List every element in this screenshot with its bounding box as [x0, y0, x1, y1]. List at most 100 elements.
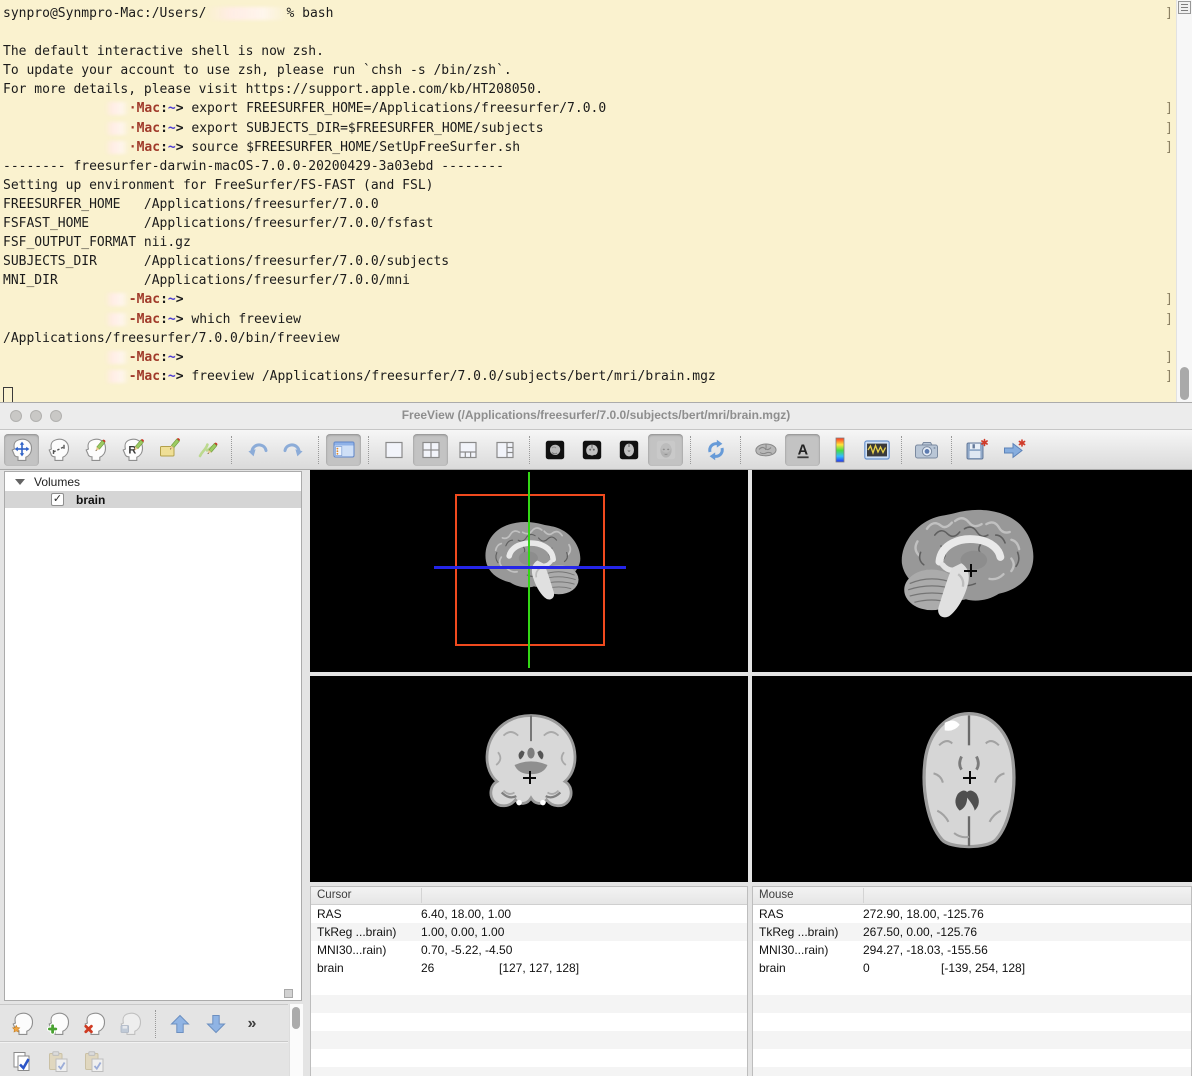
move-layer-down-button[interactable] [199, 1008, 233, 1040]
freeview-titlebar[interactable]: FreeView (/Applications/freesurfer/7.0.0… [0, 403, 1192, 430]
layout-1x1-button[interactable] [376, 434, 411, 466]
close-button[interactable] [10, 410, 22, 422]
terminal-text: MNI_DIR /Applications/freesurfer/7.0.0/m… [3, 273, 410, 288]
goto-point-button[interactable] [996, 434, 1031, 466]
view-axial-button[interactable] [611, 434, 646, 466]
screenshot-button[interactable] [909, 434, 944, 466]
paste-settings-all-button[interactable] [78, 1046, 112, 1076]
view-axial[interactable] [752, 676, 1192, 882]
show-surface-button[interactable] [748, 434, 783, 466]
prompt-colon: : [160, 369, 168, 384]
show-annotation-button[interactable]: A [785, 434, 820, 466]
redo-button[interactable] [276, 434, 311, 466]
volumes-tree-header[interactable]: Volumes [5, 472, 301, 491]
mouse-row[interactable]: brain0[-139, 254, 128] [753, 959, 1191, 977]
terminal-text: /Applications/freesurfer/7.0.0/bin/freev… [3, 331, 340, 346]
mouse-row[interactable]: MNI30...rain)294.27, -18.03, -155.56 [753, 941, 1191, 959]
command-mark-icon: ] [1165, 367, 1173, 386]
paste-settings-button[interactable] [42, 1046, 76, 1076]
terminal-scrollbar-thumb[interactable] [1180, 367, 1189, 400]
tree-resize-grip[interactable] [284, 989, 293, 998]
prompt-colon: : [160, 350, 168, 365]
terminal-text [3, 121, 105, 136]
terminal-text [3, 369, 105, 384]
cursor-row[interactable]: TkReg ...brain)1.00, 0.00, 1.00 [311, 923, 747, 941]
view-coronal-button[interactable] [574, 434, 609, 466]
volumes-tree-label: Volumes [34, 475, 80, 489]
zoom-button[interactable] [50, 410, 62, 422]
arrow-new-icon [1002, 439, 1026, 461]
layout-1x3-button[interactable] [450, 434, 485, 466]
mouse-empty-row [753, 1013, 1191, 1031]
axial-plane-line[interactable] [434, 566, 626, 569]
recon-edit-tool-button[interactable]: R [115, 434, 150, 466]
redacted-text [105, 141, 129, 154]
terminal-window[interactable]: synpro@Synmpro-Mac:/Users/% bash] The de… [0, 0, 1192, 402]
new-layer-button[interactable] [6, 1008, 40, 1040]
mouse-panel-header[interactable]: Mouse [753, 887, 1191, 905]
roi-edit-tool-button[interactable] [152, 434, 187, 466]
row-label: MNI30...rain) [759, 943, 863, 957]
cursor-row[interactable]: MNI30...rain)0.70, -5.22, -4.50 [311, 941, 747, 959]
save-layer-button[interactable] [114, 1008, 148, 1040]
sidebar-scrollbar[interactable] [289, 1004, 303, 1076]
sidebar-scrollbar-thumb[interactable] [292, 1007, 300, 1029]
voxel-edit-tool-button[interactable] [78, 434, 113, 466]
head-add-icon [46, 1011, 72, 1037]
cursor-row[interactable]: RAS6.40, 18.00, 1.00 [311, 905, 747, 923]
view-3d[interactable] [310, 470, 748, 672]
command-mark-icon: ] [1165, 99, 1173, 118]
redo-icon [282, 438, 306, 462]
minimize-button[interactable] [30, 410, 42, 422]
measure-tool-button[interactable] [41, 434, 76, 466]
head-new-icon [10, 1011, 36, 1037]
reload-volume-button[interactable] [698, 434, 733, 466]
mouse-row[interactable]: RAS272.90, 18.00, -125.76 [753, 905, 1191, 923]
terminal-text: For more details, please visit https://s… [3, 82, 543, 97]
time-course-button[interactable] [859, 434, 894, 466]
view-sagittal-button[interactable] [537, 434, 572, 466]
prompt-path: ~ [168, 292, 176, 307]
volume-layer-row-brain[interactable]: ✓ brain [5, 491, 301, 508]
mouse-row[interactable]: TkReg ...brain)267.50, 0.00, -125.76 [753, 923, 1191, 941]
save-point-set-button[interactable] [959, 434, 994, 466]
view-coronal[interactable] [310, 676, 748, 882]
close-layer-button[interactable] [78, 1008, 112, 1040]
navigate-tool-button[interactable] [4, 434, 39, 466]
show-colorbar-button[interactable] [822, 434, 857, 466]
layout-1x3-icon [458, 441, 478, 459]
column-splitter[interactable] [863, 888, 864, 903]
terminal-text: synpro@Synmpro-Mac:/Users/ [3, 6, 207, 21]
layout-1x3h-button[interactable] [487, 434, 522, 466]
load-layer-button[interactable] [42, 1008, 76, 1040]
terminal-marks-icon[interactable] [1178, 1, 1191, 14]
view-sagittal[interactable] [752, 470, 1192, 672]
collapse-triangle-icon[interactable] [15, 479, 25, 485]
terminal-text: FREESURFER_HOME /Applications/freesurfer… [3, 197, 379, 212]
move-layer-up-button[interactable] [163, 1008, 197, 1040]
more-tools-button[interactable]: » [235, 1008, 269, 1040]
column-splitter[interactable] [421, 888, 422, 903]
toggle-control-panel-button[interactable] [326, 434, 361, 466]
row-label: MNI30...rain) [317, 943, 421, 957]
chevrons-icon: » [248, 1016, 257, 1032]
row-label: TkReg ...brain) [759, 925, 863, 939]
cursor-panel-header[interactable]: Cursor [311, 887, 747, 905]
volume-visibility-checkbox[interactable]: ✓ [51, 493, 64, 506]
terminal-scrollbar[interactable] [1176, 0, 1192, 402]
coronal-plane-line[interactable] [528, 472, 530, 668]
slice-plane-frame[interactable] [455, 494, 605, 646]
pointset-edit-tool-button[interactable] [189, 434, 224, 466]
view-3d-button[interactable] [648, 434, 683, 466]
check-all-layers-button[interactable] [6, 1046, 40, 1076]
cursor-row[interactable]: brain26[127, 127, 128] [311, 959, 747, 977]
letter-a-icon: A [795, 440, 811, 460]
row-value: 0 [863, 961, 941, 975]
head-voxel-edit-icon [83, 437, 109, 463]
prompt-gt: > [176, 121, 184, 136]
row-label: TkReg ...brain) [317, 925, 421, 939]
prompt-gt: > [176, 292, 184, 307]
undo-button[interactable] [239, 434, 274, 466]
layout-2x2-button[interactable] [413, 434, 448, 466]
terminal-text: To update your account to use zsh, pleas… [3, 63, 512, 78]
